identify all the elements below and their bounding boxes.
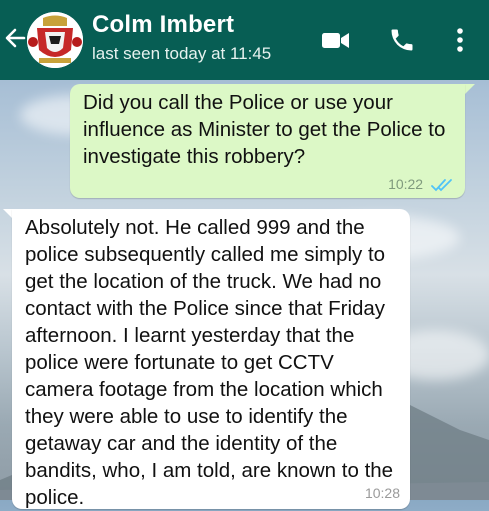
message-text: Absolutely not. He called 999 and the po… — [25, 216, 394, 509]
message-meta: 10:22 — [388, 176, 453, 192]
read-receipt-icon — [431, 179, 452, 192]
message-text: Did you call the Police or use your infl… — [83, 91, 446, 168]
message-time: 10:22 — [388, 175, 424, 192]
more-options-icon[interactable] — [454, 26, 466, 54]
message-time: 10:28 — [364, 485, 400, 501]
back-arrow-icon[interactable] — [2, 24, 28, 52]
contact-name[interactable]: Colm Imbert — [92, 11, 234, 39]
phone-call-icon[interactable] — [388, 26, 416, 54]
last-seen-status: last seen today at 11:45 — [92, 44, 272, 63]
video-call-icon[interactable] — [320, 26, 352, 54]
chat-header: Colm Imbert last seen today at 11:45 — [0, 0, 489, 80]
bubble-tail — [465, 84, 475, 94]
coat-of-arms-icon — [27, 12, 83, 68]
outgoing-message[interactable]: Did you call the Police or use your infl… — [70, 84, 465, 198]
contact-avatar[interactable] — [27, 12, 83, 68]
incoming-message[interactable]: Absolutely not. He called 999 and the po… — [12, 209, 410, 509]
